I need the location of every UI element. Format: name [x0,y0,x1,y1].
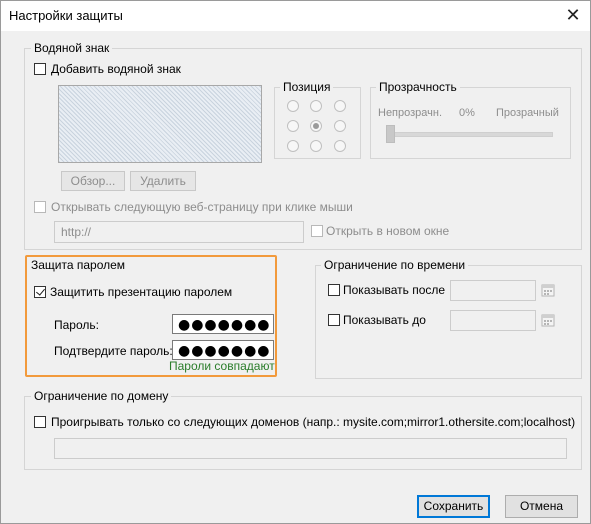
transparency-slider-thumb[interactable] [386,125,395,143]
position-top-center-radio[interactable] [310,100,322,112]
protect-presentation-checkbox[interactable] [34,286,46,298]
show-until-date-input[interactable] [450,310,536,331]
position-bottom-left-radio[interactable] [287,140,299,152]
protection-settings-dialog: Настройки защиты ✕ Водяной знак Добавить… [0,0,591,524]
position-top-left-radio[interactable] [287,100,299,112]
show-after-label[interactable]: Показывать после [343,283,445,297]
close-icon[interactable]: ✕ [556,1,590,29]
password-input[interactable]: ●●●●●●● [172,314,274,334]
transparency-value: 0% [459,107,475,119]
open-url-checkbox[interactable] [34,201,46,213]
delete-button[interactable]: Удалить [130,171,196,191]
show-until-checkbox[interactable] [328,314,340,326]
new-window-checkbox[interactable] [311,225,323,237]
show-until-label[interactable]: Показывать до [343,313,426,327]
confirm-password-input[interactable]: ●●●●●●● [172,340,274,360]
time-limit-legend: Ограничение по времени [321,258,469,273]
position-bottom-right-radio[interactable] [334,140,346,152]
password-input-value: ●●●●●●● [178,317,271,333]
confirm-password-label: Подтвердите пароль: [54,344,173,358]
add-watermark-checkbox[interactable] [34,63,46,75]
passwords-match-status: Пароли совпадают [169,359,275,373]
show-after-calendar-icon[interactable] [541,283,555,297]
position-bottom-center-radio[interactable] [310,140,322,152]
position-middle-right-radio[interactable] [334,120,346,132]
browse-button[interactable]: Обзор... [61,171,125,191]
transparent-label: Прозрачный [496,107,559,119]
transparency-slider-track [389,132,553,137]
cancel-button[interactable]: Отмена [505,495,578,518]
show-after-date-input[interactable] [450,280,536,301]
domain-legend: Ограничение по домену [31,389,172,404]
watermark-image-preview [58,85,262,163]
show-until-calendar-icon[interactable] [541,313,555,327]
confirm-password-input-value: ●●●●●●● [178,343,271,359]
new-window-label[interactable]: Открыть в новом окне [326,224,449,238]
watermark-legend: Водяной знак [31,41,113,56]
position-middle-left-radio[interactable] [287,120,299,132]
transparency-legend: Прозрачность [376,80,460,95]
url-input-value: http:// [61,225,92,239]
title-bar: Настройки защиты ✕ [1,1,590,31]
domains-input[interactable] [54,438,567,459]
add-watermark-label[interactable]: Добавить водяной знак [51,62,181,76]
password-label: Пароль: [54,318,99,332]
position-top-right-radio[interactable] [334,100,346,112]
url-input[interactable]: http:// [54,221,304,243]
transparency-group: Прозрачность [370,80,571,159]
protect-presentation-label[interactable]: Защитить презентацию паролем [50,285,232,299]
opaque-label: Непрозрачн. [378,107,443,119]
play-only-domains-label[interactable]: Проигрывать только со следующих доменов … [51,415,575,429]
save-button[interactable]: Сохранить [417,495,490,518]
show-after-checkbox[interactable] [328,284,340,296]
position-legend: Позиция [280,80,334,95]
dialog-title: Настройки защиты [9,8,123,23]
position-center-radio[interactable] [310,120,322,132]
open-url-label[interactable]: Открывать следующую веб-страницу при кли… [51,200,353,214]
play-only-domains-checkbox[interactable] [34,416,46,428]
